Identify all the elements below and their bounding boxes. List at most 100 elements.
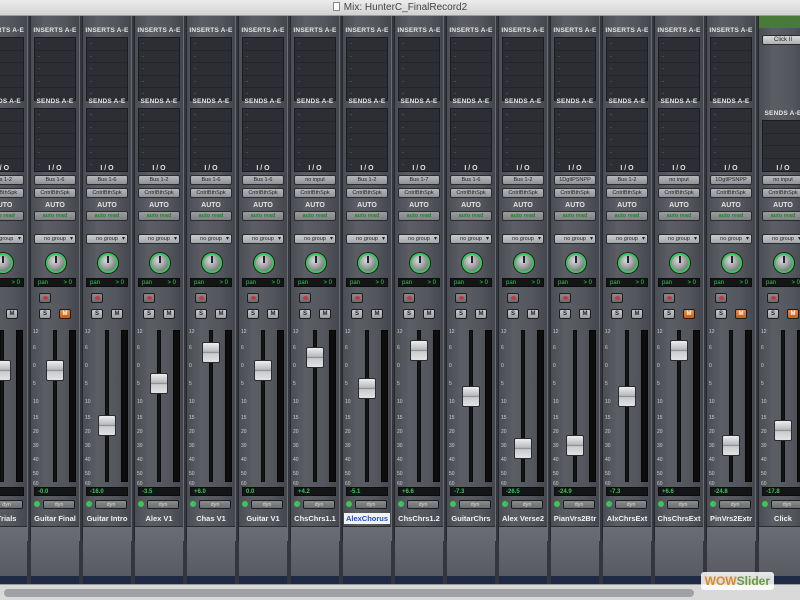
pan-knob[interactable] [410, 253, 430, 273]
voice-selector[interactable]: dyn [719, 500, 751, 509]
sends-slots[interactable]: ----- [0, 108, 24, 172]
send-slot[interactable]: - [35, 109, 75, 122]
sends-slots[interactable]: ----- [710, 108, 752, 172]
insert-slot[interactable]: - [191, 51, 231, 63]
send-slot[interactable]: - [607, 109, 647, 122]
pan-knob[interactable] [618, 253, 638, 273]
send-slot[interactable]: - [399, 109, 439, 122]
input-selector[interactable]: 1DgtlPSNPP [710, 175, 752, 185]
voice-selector[interactable]: dyn [511, 500, 543, 509]
insert-slot[interactable]: - [0, 38, 23, 51]
group-selector[interactable]: no group [86, 234, 128, 244]
solo-button[interactable]: S [767, 309, 779, 319]
send-slot[interactable]: - [659, 147, 699, 159]
insert-slot[interactable]: - [503, 38, 543, 51]
send-slot[interactable]: - [399, 147, 439, 159]
track-name[interactable]: ChsChrsExt [656, 513, 702, 524]
insert-slot[interactable]: - [295, 76, 335, 88]
track-name[interactable]: Guitar Final [32, 513, 78, 524]
group-selector[interactable]: no group [138, 234, 180, 244]
inserts-slots[interactable]: ----- [0, 37, 24, 101]
insert-slot[interactable]: - [555, 51, 595, 63]
automation-mode-selector[interactable]: auto read [138, 211, 180, 221]
inserts-slots[interactable]: ----- [34, 37, 76, 101]
insert-slot[interactable]: - [0, 76, 23, 88]
automation-mode-selector[interactable]: auto read [502, 211, 544, 221]
input-selector[interactable]: Bus 1-2 [606, 175, 648, 185]
comments-area[interactable] [759, 526, 800, 576]
input-selector[interactable]: Bus 1-2 [138, 175, 180, 185]
group-selector[interactable]: no group [762, 234, 800, 244]
group-selector[interactable]: no group [294, 234, 336, 244]
send-slot[interactable]: - [659, 134, 699, 147]
send-slot[interactable]: - [243, 134, 283, 147]
voice-selector[interactable]: dyn [303, 500, 335, 509]
voice-indicator[interactable] [34, 501, 40, 507]
voice-selector[interactable]: dyn [459, 500, 491, 509]
send-slot[interactable]: - [451, 147, 491, 159]
inserts-slots[interactable]: ----- [606, 37, 648, 101]
send-slot[interactable]: - [711, 147, 751, 159]
send-slot[interactable]: - [243, 147, 283, 159]
send-slot[interactable]: - [607, 134, 647, 147]
comments-area[interactable] [343, 526, 391, 576]
inserts-slots[interactable]: ----- [242, 37, 284, 101]
send-slot[interactable]: - [0, 122, 23, 134]
record-enable-button[interactable] [715, 293, 727, 303]
track-name[interactable]: Chas V1 [188, 513, 234, 524]
output-selector[interactable]: CntrlBthSpk [658, 188, 700, 198]
mute-button[interactable]: M [423, 309, 435, 319]
inserts-slots[interactable]: ----- [502, 37, 544, 101]
voice-indicator[interactable] [658, 501, 664, 507]
group-selector[interactable]: no group [502, 234, 544, 244]
insert-slot[interactable]: - [659, 51, 699, 63]
pan-knob[interactable] [46, 253, 66, 273]
horizontal-scrollbar[interactable] [0, 584, 800, 600]
sends-slots[interactable]: ----- [346, 108, 388, 172]
send-slot[interactable]: - [243, 109, 283, 122]
send-slot[interactable]: - [87, 122, 127, 134]
insert-slot[interactable]: - [295, 63, 335, 76]
track-name[interactable]: ChsChrs1.1 [292, 513, 338, 524]
record-enable-button[interactable] [247, 293, 259, 303]
pan-knob[interactable] [202, 253, 222, 273]
insert-slot[interactable]: - [659, 76, 699, 88]
solo-button[interactable]: S [195, 309, 207, 319]
send-slot[interactable]: - [295, 147, 335, 159]
send-slot[interactable]: - [139, 122, 179, 134]
insert-slot[interactable]: - [659, 63, 699, 76]
insert-slot[interactable]: - [555, 38, 595, 51]
solo-button[interactable]: S [91, 309, 103, 319]
voice-indicator[interactable] [294, 501, 300, 507]
sends-slots[interactable]: ----- [658, 108, 700, 172]
sends-slots[interactable]: ----- [554, 108, 596, 172]
volume-fader[interactable] [774, 419, 792, 441]
volume-fader[interactable] [150, 372, 168, 394]
inserts-slots[interactable]: ----- [138, 37, 180, 101]
input-selector[interactable]: 1DgtlPSNPP [554, 175, 596, 185]
track-name[interactable]: Click [760, 513, 800, 524]
send-slot[interactable]: - [0, 134, 23, 147]
mute-button[interactable]: M [683, 309, 695, 319]
automation-mode-selector[interactable]: auto read [554, 211, 596, 221]
output-selector[interactable]: CntrlBthSpk [0, 188, 24, 198]
insert-slot[interactable]: - [555, 76, 595, 88]
voice-selector[interactable]: dyn [355, 500, 387, 509]
voice-indicator[interactable] [554, 501, 560, 507]
input-selector[interactable]: Bus 1-6 [86, 175, 128, 185]
insert-slot[interactable]: - [35, 38, 75, 51]
input-selector[interactable]: Bus 1-7 [398, 175, 440, 185]
insert-slot[interactable]: - [243, 63, 283, 76]
insert-slot[interactable]: - [191, 63, 231, 76]
mute-button[interactable]: M [163, 309, 175, 319]
output-selector[interactable]: CntrlBthSpk [242, 188, 284, 198]
comments-area[interactable] [291, 526, 339, 576]
group-selector[interactable]: no group [34, 234, 76, 244]
track-name[interactable]: AlxChrsExt [604, 513, 650, 524]
insert-slot[interactable]: - [35, 51, 75, 63]
volume-fader[interactable] [618, 386, 636, 408]
output-selector[interactable]: CntrlBthSpk [346, 188, 388, 198]
comments-area[interactable] [551, 526, 599, 576]
insert-slot[interactable]: - [243, 51, 283, 63]
track-name[interactable]: GuitarChrs [448, 513, 494, 524]
